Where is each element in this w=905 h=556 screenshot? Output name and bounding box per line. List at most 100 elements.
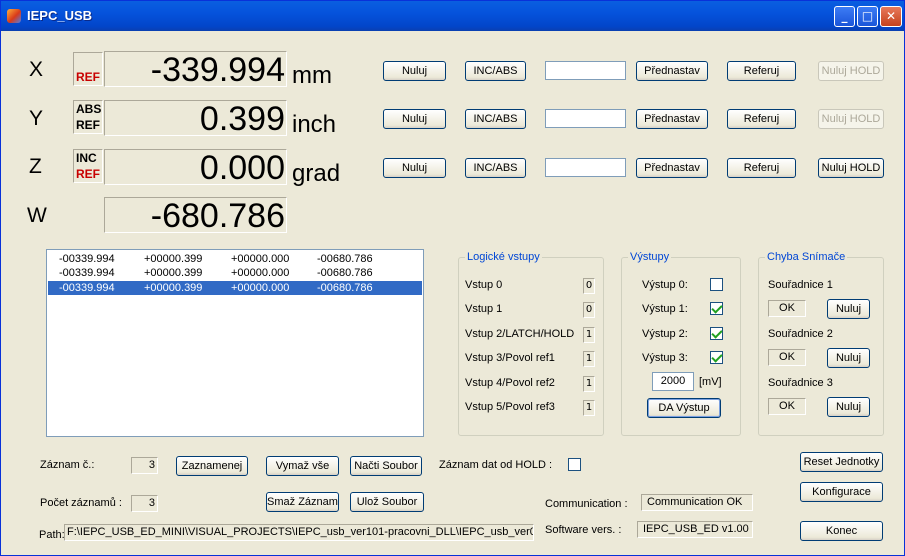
logic-input-label: Vstup 4/Povol ref2 [465, 377, 555, 389]
smaz-zaznam-button[interactable]: Smaž Záznam [266, 492, 339, 512]
pocet-label: Počet záznamů : [40, 497, 122, 509]
mv-input[interactable]: 2000 [652, 372, 694, 391]
window-title: IEPC_USB [27, 8, 93, 23]
sensor-2-nuluj-button[interactable]: Nuluj [827, 348, 870, 368]
axis-y-mode-top: ABS [76, 102, 102, 116]
zaznamenej-button[interactable]: Zaznamenej [176, 456, 248, 476]
logic-input-label: Vstup 3/Povol ref1 [465, 352, 555, 364]
axis-z-referuj-button[interactable]: Referuj [727, 158, 796, 178]
record-y: +00000.399 [144, 253, 203, 265]
output-label: Výstup 1: [642, 303, 688, 315]
app-icon [7, 9, 21, 23]
axis-x-nuluj-button[interactable]: Nuluj [383, 61, 446, 81]
axis-y-letter: Y [29, 107, 44, 130]
close-icon: ✕ [885, 9, 897, 23]
uloz-soubor-button[interactable]: Ulož Soubor [350, 492, 424, 512]
software-version-label: Software vers. : [545, 524, 622, 536]
record-x: -00339.994 [59, 267, 115, 279]
logic-input-value: 0 [583, 302, 595, 318]
sensor-errors-title: Chyba Snímače [765, 251, 848, 263]
sensor-label: Souřadnice 3 [768, 377, 833, 389]
sensor-status: OK [768, 349, 806, 366]
reset-jednotky-button[interactable]: Reset Jednotky [800, 452, 883, 472]
axis-z-nuluj-button[interactable]: Nuluj [383, 158, 446, 178]
axis-x-value: -339.994 [104, 51, 287, 88]
sensor-label: Souřadnice 1 [768, 279, 833, 291]
axis-y-preset-input[interactable] [545, 109, 626, 128]
hold-record-checkbox[interactable] [568, 458, 581, 471]
list-item-selected[interactable]: -00339.994 +00000.399 +00000.000 -00680.… [48, 281, 422, 295]
close-button[interactable]: ✕ [880, 6, 902, 27]
axis-y-incabs-button[interactable]: INC/ABS [465, 109, 526, 129]
axis-x-nuluj-hold-button[interactable]: Nuluj HOLD [818, 61, 884, 81]
record-z: +00000.000 [231, 253, 290, 265]
logic-input-value: 1 [583, 400, 595, 416]
logic-input-value: 1 [583, 327, 595, 343]
axis-w-letter: W [27, 204, 47, 227]
records-list[interactable]: -00339.994 +00000.399 +00000.000 -00680.… [46, 249, 424, 437]
axis-z-incabs-button[interactable]: INC/ABS [465, 158, 526, 178]
konfigurace-button[interactable]: Konfigurace [800, 482, 883, 502]
axis-x-mode: REF [73, 52, 103, 86]
da-output-button[interactable]: DA Výstup [647, 398, 721, 418]
axis-y-value: 0.399 [104, 100, 287, 137]
communication-status: Communication OK [641, 494, 753, 511]
axis-x-unit: mm [292, 62, 332, 89]
title-bar[interactable]: IEPC_USB _ □ ✕ [1, 1, 904, 31]
outputs-title: Výstupy [628, 251, 672, 263]
axis-x-incabs-button[interactable]: INC/ABS [465, 61, 526, 81]
sensor-1-nuluj-button[interactable]: Nuluj [827, 299, 870, 319]
sensor-status: OK [768, 398, 806, 415]
logic-input-value: 0 [583, 278, 595, 294]
vymaz-vse-button[interactable]: Vymaž vše [266, 456, 339, 476]
axis-z-mode-top: INC [76, 151, 97, 165]
logic-input-value: 1 [583, 376, 595, 392]
logic-input-label: Vstup 2/LATCH/HOLD [465, 328, 575, 340]
axis-x-preset-input[interactable] [545, 61, 626, 80]
axis-z-ref-flag: REF [76, 167, 100, 181]
list-item[interactable]: -00339.994 +00000.399 +00000.000 -00680.… [48, 252, 422, 266]
konec-button[interactable]: Konec [800, 521, 883, 541]
record-x: -00339.994 [59, 253, 115, 265]
axis-y-ref-flag: REF [76, 118, 100, 132]
record-z: +00000.000 [231, 267, 290, 279]
output-3-checkbox[interactable] [710, 351, 723, 364]
axis-x-ref-flag: REF [76, 70, 100, 84]
software-version-value: IEPC_USB_ED v1.00 [637, 521, 753, 538]
axis-z-letter: Z [29, 155, 42, 178]
record-y: +00000.399 [144, 267, 203, 279]
record-w: -00680.786 [317, 267, 373, 279]
maximize-icon: □ [861, 9, 874, 23]
record-w: -00680.786 [317, 253, 373, 265]
logic-input-label: Vstup 0 [465, 279, 503, 291]
axis-y-nuluj-hold-button[interactable]: Nuluj HOLD [818, 109, 884, 129]
logic-input-value: 1 [583, 351, 595, 367]
minimize-button[interactable]: _ [834, 6, 855, 27]
nacti-soubor-button[interactable]: Načti Soubor [350, 456, 422, 476]
output-1-checkbox[interactable] [710, 302, 723, 315]
maximize-button[interactable]: □ [857, 6, 878, 27]
axis-z-nuluj-hold-button[interactable]: Nuluj HOLD [818, 158, 884, 178]
axis-x-prednastav-button[interactable]: Přednastav [636, 61, 708, 81]
axis-y-prednastav-button[interactable]: Přednastav [636, 109, 708, 129]
axis-y-referuj-button[interactable]: Referuj [727, 109, 796, 129]
axis-x-letter: X [29, 58, 44, 81]
zaznam-label: Záznam č.: [40, 459, 95, 471]
axis-z-preset-input[interactable] [545, 158, 626, 177]
output-0-checkbox[interactable] [710, 278, 723, 291]
record-y: +00000.399 [144, 282, 203, 294]
record-z: +00000.000 [231, 282, 290, 294]
communication-label: Communication : [545, 498, 628, 510]
sensor-3-nuluj-button[interactable]: Nuluj [827, 397, 870, 417]
axis-z-value: 0.000 [104, 149, 287, 186]
axis-x-referuj-button[interactable]: Referuj [727, 61, 796, 81]
axis-y-unit: inch [292, 111, 337, 138]
output-2-checkbox[interactable] [710, 327, 723, 340]
axis-z-prednastav-button[interactable]: Přednastav [636, 158, 708, 178]
logic-input-label: Vstup 1 [465, 303, 503, 315]
path-value: F:\IEPC_USB_ED_MINI\VISUAL_PROJECTS\IEPC… [64, 524, 534, 541]
list-item[interactable]: -00339.994 +00000.399 +00000.000 -00680.… [48, 266, 422, 280]
axis-y-mode: ABS REF [73, 100, 103, 134]
axis-y-nuluj-button[interactable]: Nuluj [383, 109, 446, 129]
mv-unit-label: [mV] [699, 376, 722, 388]
